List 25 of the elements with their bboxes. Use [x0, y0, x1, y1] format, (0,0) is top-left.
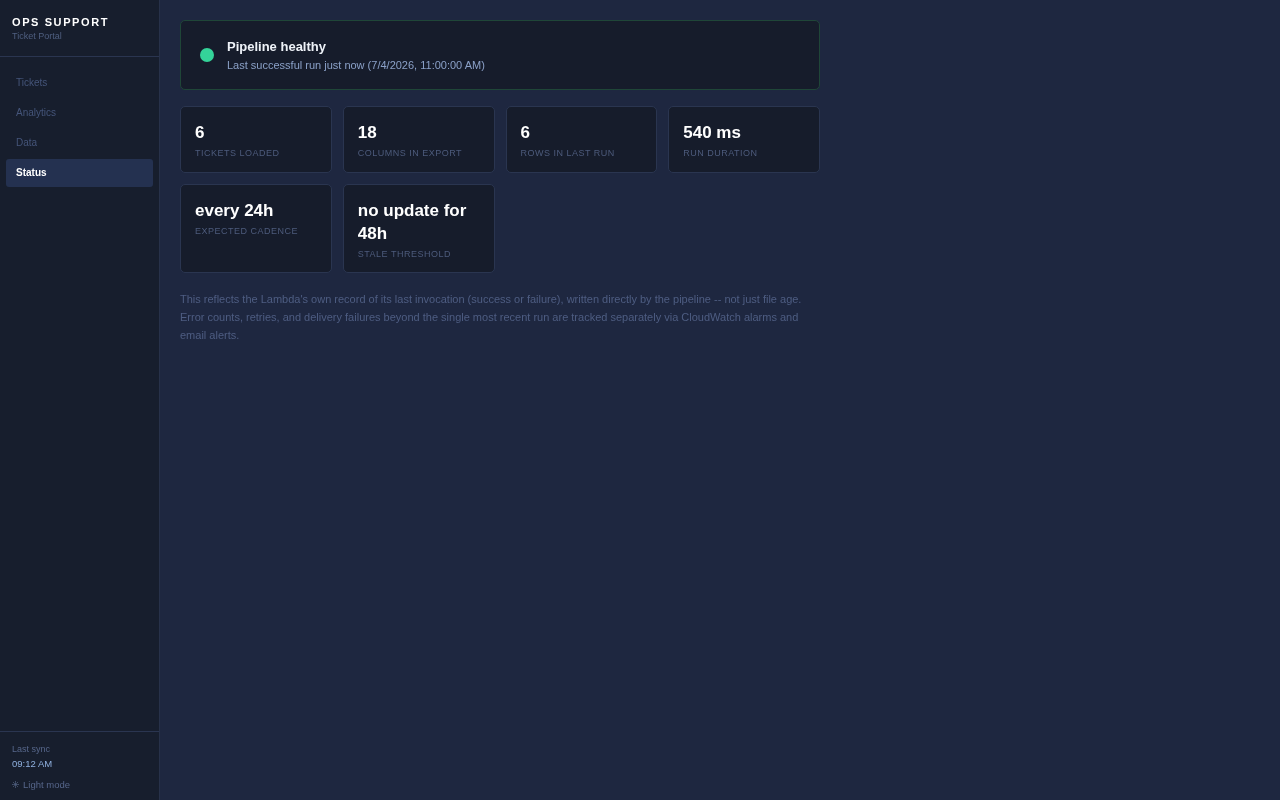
nav-item[interactable]: Data	[6, 129, 153, 157]
sync-time: 09:12 AM	[12, 757, 54, 770]
stat-label: TICKETS LOADED	[195, 147, 281, 159]
stat-label: EXPECTED CADENCE	[195, 225, 300, 237]
stat-value: 540 ms	[683, 122, 742, 144]
stat-value: 6	[520, 122, 531, 144]
brand-subtitle: Ticket Portal	[12, 30, 63, 42]
status-title: Pipeline healthy	[227, 38, 327, 55]
note-text: This reflects the Lambda's own record of its last invocation (success or failure), written directly by the pipeline -- not just file age. Error counts, retries, and delivery failures beyond the single most recent run are tracked separately via CloudWatch alarms and email alerts.	[180, 292, 803, 343]
brand-title: OPS SUPPORT	[12, 15, 111, 29]
stat-value: 6	[195, 122, 206, 144]
stat-value: every 24h	[195, 200, 275, 222]
stat-value: 18	[357, 122, 378, 144]
stat-value: no update for 48h	[357, 200, 468, 245]
sun-icon	[12, 781, 19, 788]
stat-label: RUN DURATION	[683, 147, 759, 159]
nav-item[interactable]: Status	[6, 159, 153, 187]
stat-label: STALE THRESHOLD	[357, 248, 452, 260]
nav-item[interactable]: Tickets	[6, 69, 153, 97]
stat-label: ROWS IN LAST RUN	[520, 147, 616, 159]
sync-label: Last sync	[12, 743, 52, 755]
nav-item[interactable]: Analytics	[6, 99, 153, 127]
theme-toggle[interactable]: Light mode	[12, 778, 70, 791]
stat-label: COLUMNS IN EXPORT	[357, 147, 464, 159]
status-detail: Last successful run just now (7/4/2026, 11:00:00 AM)	[227, 57, 485, 72]
